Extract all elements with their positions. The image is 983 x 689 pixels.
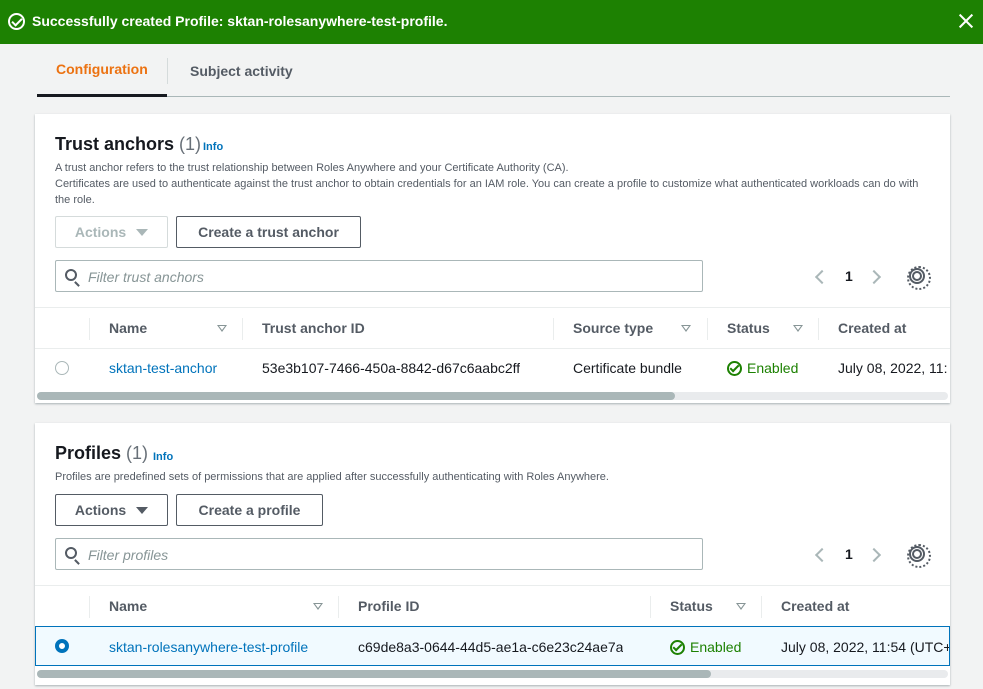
profiles-actions-button[interactable]: Actions: [55, 494, 168, 526]
table-row[interactable]: sktan-test-anchor 53e3b107-7466-450a-884…: [35, 348, 950, 388]
sort-icon[interactable]: [313, 603, 323, 610]
tab-subject-activity[interactable]: Subject activity: [167, 58, 317, 84]
trust-anchors-actions-button[interactable]: Actions: [55, 216, 168, 248]
source-type: Certificate bundle: [573, 360, 682, 376]
sort-icon[interactable]: [736, 603, 746, 610]
profiles-search: [55, 538, 703, 570]
profiles-table-header: Name Profile ID Status Created at: [35, 585, 950, 627]
column-divider: [650, 596, 651, 618]
created-at: July 08, 2022, 11:: [838, 360, 948, 376]
column-divider: [761, 596, 762, 618]
column-divider: [553, 318, 554, 340]
profiles-info-link[interactable]: Info: [153, 451, 173, 463]
column-divider: [242, 318, 243, 340]
check-circle-icon: [670, 639, 685, 655]
col-profile-id[interactable]: Profile ID: [358, 586, 419, 626]
table-row-selected[interactable]: sktan-rolesanywhere-test-profile c69de8a…: [35, 626, 950, 666]
actions-label: Actions: [74, 224, 127, 240]
success-check-icon: [8, 13, 25, 30]
status-text: Enabled: [690, 639, 742, 655]
next-page-icon[interactable]: [866, 269, 882, 285]
sort-icon[interactable]: [681, 325, 691, 332]
tab-configuration[interactable]: Configuration: [37, 44, 167, 97]
col-name[interactable]: Name: [109, 586, 147, 626]
profiles-search-input[interactable]: [88, 545, 688, 565]
page-number[interactable]: 1: [845, 268, 853, 284]
trust-anchor-id: 53e3b107-7466-450a-8842-d67c6aabc2ff: [262, 360, 521, 376]
profiles-count: (1): [126, 443, 149, 463]
profiles-panel: Profiles (1) Info Profiles are predefine…: [35, 423, 950, 685]
trust-anchors-heading: Trust anchors (1): [55, 134, 201, 155]
next-page-icon[interactable]: [866, 547, 882, 563]
gear-icon[interactable]: [907, 544, 931, 568]
search-icon: [65, 547, 77, 559]
sort-icon[interactable]: [793, 325, 803, 332]
actions-label: Actions: [74, 502, 127, 518]
trust-anchors-description-line2: Certificates are used to authenticate ag…: [55, 178, 919, 206]
success-flash-banner: Successfully created Profile: sktan-role…: [0, 0, 983, 44]
col-source-type[interactable]: Source type: [573, 308, 653, 348]
column-divider: [89, 596, 90, 618]
scrollbar-thumb[interactable]: [37, 670, 712, 678]
trust-anchors-description-line1: A trust anchor refers to the trust relat…: [55, 162, 569, 174]
trust-anchors-info-link[interactable]: Info: [203, 141, 223, 153]
column-divider: [818, 318, 819, 340]
trust-anchors-description: A trust anchor refers to the trust relat…: [55, 160, 935, 208]
close-icon[interactable]: [956, 11, 976, 31]
check-circle-icon: [727, 360, 742, 376]
row-select-radio[interactable]: [55, 361, 69, 375]
profiles-title: Profiles: [55, 443, 122, 463]
col-name[interactable]: Name: [109, 308, 147, 348]
column-divider: [707, 318, 708, 340]
tab-bar: Configuration Subject activity: [37, 44, 950, 97]
create-profile-button[interactable]: Create a profile: [176, 494, 323, 526]
trust-anchors-count: (1): [179, 134, 202, 154]
trust-anchors-table-header: Name Trust anchor ID Source type Status …: [35, 307, 950, 349]
caret-down-icon: [136, 228, 149, 236]
profiles-description: Profiles are predefined sets of permissi…: [55, 471, 609, 483]
col-status[interactable]: Status: [670, 586, 713, 626]
trust-anchors-search: [55, 260, 703, 292]
horizontal-scrollbar[interactable]: [37, 670, 948, 678]
search-icon: [65, 269, 77, 281]
column-divider: [338, 596, 339, 618]
profile-id: c69de8a3-0644-44d5-ae1a-c6e23c24ae7a: [358, 639, 624, 655]
previous-page-icon[interactable]: [814, 547, 830, 563]
scrollbar-thumb[interactable]: [37, 392, 675, 400]
status-badge: Enabled: [670, 627, 741, 667]
trust-anchors-title: Trust anchors: [55, 134, 175, 154]
gear-icon[interactable]: [907, 266, 931, 290]
col-created-at[interactable]: Created at: [838, 308, 906, 348]
created-at: July 08, 2022, 11:54 (UTC+: [781, 639, 949, 655]
profiles-heading: Profiles (1): [55, 443, 148, 464]
status-text: Enabled: [747, 360, 799, 376]
caret-down-icon: [136, 506, 149, 514]
row-select-radio[interactable]: [55, 639, 69, 653]
col-trust-anchor-id[interactable]: Trust anchor ID: [262, 308, 365, 348]
column-divider: [89, 318, 90, 340]
col-created-at[interactable]: Created at: [781, 586, 849, 626]
create-trust-anchor-button[interactable]: Create a trust anchor: [176, 216, 361, 248]
flash-message: Successfully created Profile: sktan-role…: [32, 13, 448, 29]
profile-name-link[interactable]: sktan-rolesanywhere-test-profile: [109, 627, 308, 667]
page-number[interactable]: 1: [845, 546, 853, 562]
trust-anchors-panel: Trust anchors (1) Info A trust anchor re…: [35, 114, 950, 403]
previous-page-icon[interactable]: [814, 269, 830, 285]
col-status[interactable]: Status: [727, 308, 770, 348]
trust-anchor-name-link[interactable]: sktan-test-anchor: [109, 348, 217, 388]
horizontal-scrollbar[interactable]: [37, 392, 948, 400]
trust-anchors-search-input[interactable]: [88, 267, 688, 287]
sort-icon[interactable]: [217, 325, 227, 332]
status-badge: Enabled: [727, 348, 798, 388]
